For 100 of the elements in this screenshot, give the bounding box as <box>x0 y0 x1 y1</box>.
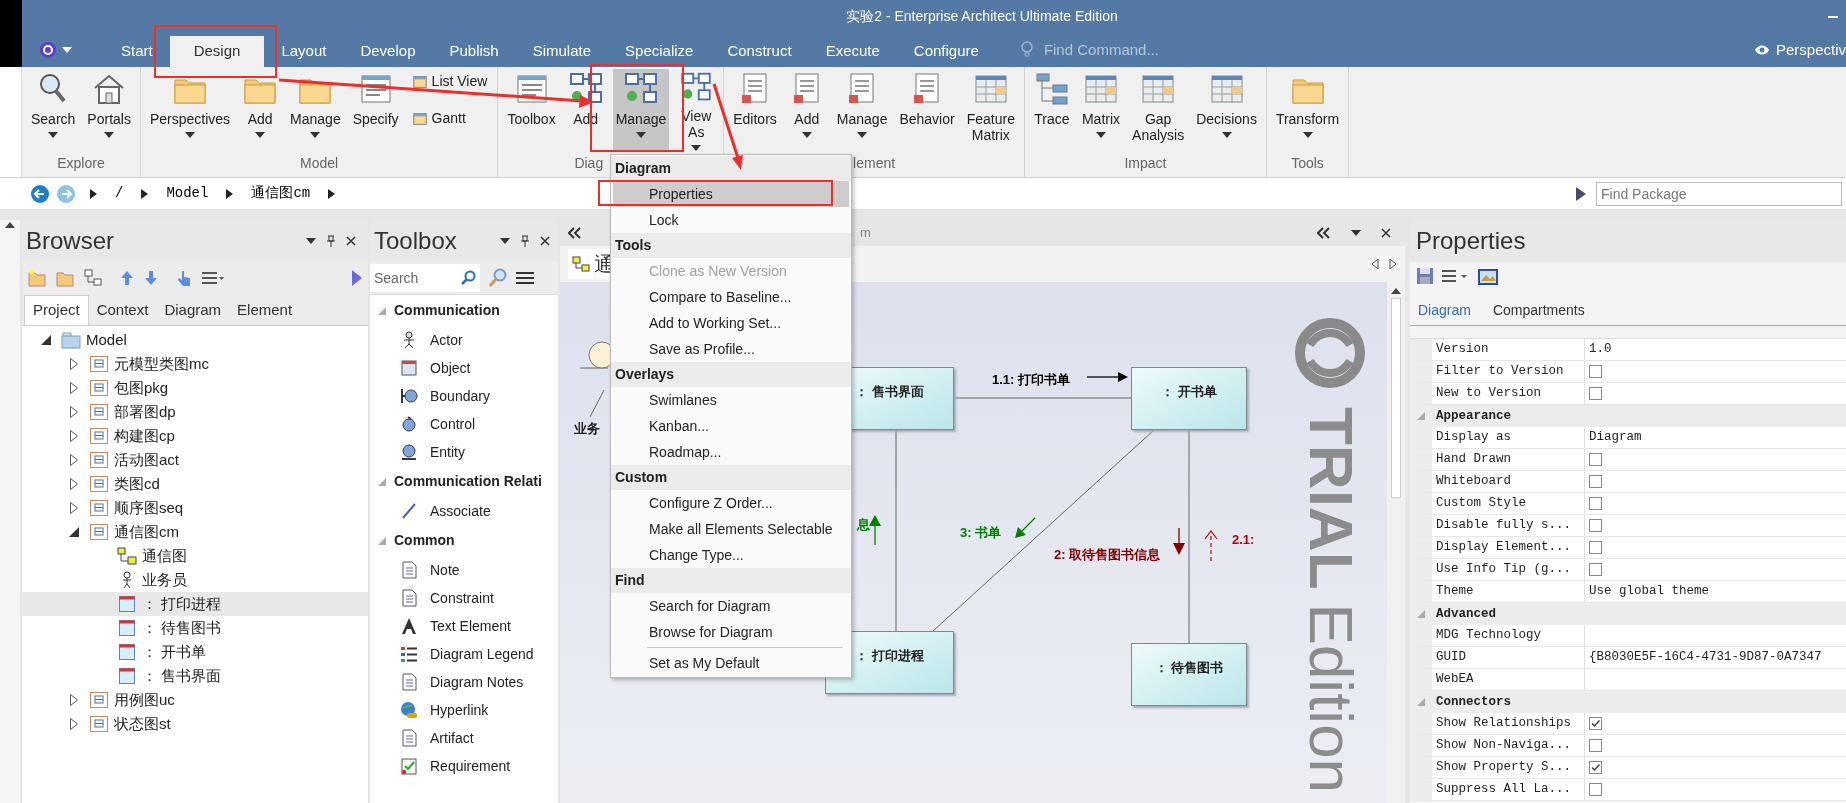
diagram-icon[interactable] <box>84 269 102 287</box>
tree-item[interactable]: 类图cd <box>22 472 368 496</box>
ribbon-tab[interactable]: Start <box>104 36 170 67</box>
tree-item[interactable]: 包图pkg <box>22 376 368 400</box>
scroll-up-icon[interactable] <box>1391 288 1401 294</box>
collapse-icon[interactable] <box>568 227 582 239</box>
checkbox[interactable] <box>1589 387 1602 400</box>
object-node[interactable]: ： 开书单 <box>1131 367 1247 430</box>
ribbon-button[interactable]: Perspectives <box>146 69 234 151</box>
panel-tab[interactable]: Diagram <box>156 295 230 325</box>
ribbon-button[interactable]: Manage <box>287 69 344 151</box>
hand-icon[interactable] <box>176 269 192 287</box>
property-value[interactable]: Use global theme <box>1589 582 1710 601</box>
toolbox-item[interactable]: Artifact <box>370 724 558 752</box>
toolbox-item[interactable]: Associate <box>370 497 558 525</box>
checkbox[interactable] <box>1589 497 1602 510</box>
checkbox[interactable] <box>1589 453 1602 466</box>
toolbox-item[interactable]: Actor <box>370 326 558 354</box>
ribbon-button[interactable]: Toolbox <box>504 69 559 151</box>
ribbon-button[interactable]: Matrix <box>1078 69 1124 151</box>
object-node[interactable]: ： 待售图书 <box>1131 643 1247 706</box>
checkbox[interactable] <box>1589 475 1602 488</box>
ribbon-tab[interactable]: Publish <box>432 36 516 67</box>
menu-item[interactable]: Roadmap... <box>613 439 849 465</box>
ribbon-button[interactable]: Add <box>239 69 282 151</box>
tree-item[interactable]: ： 待售图书 <box>22 616 368 640</box>
checkbox[interactable] <box>1589 717 1602 730</box>
search-field[interactable]: Search <box>370 264 458 292</box>
collapsed-icon[interactable] <box>70 382 78 394</box>
checkbox[interactable] <box>1589 761 1602 774</box>
ribbon-button[interactable]: Add <box>785 69 828 151</box>
panel-tab[interactable]: Diagram <box>1418 295 1471 325</box>
menu-icon[interactable] <box>1442 269 1470 283</box>
checkbox[interactable] <box>1589 783 1602 796</box>
ribbon-button[interactable]: Feature Matrix <box>963 69 1018 151</box>
collapsed-icon[interactable] <box>70 694 78 706</box>
expanded-icon[interactable] <box>41 335 51 345</box>
pin-icon[interactable] <box>520 235 530 247</box>
ribbon-button[interactable]: Gantt <box>407 108 492 129</box>
close-icon[interactable] <box>1381 228 1391 238</box>
panel-tab[interactable]: Context <box>88 295 157 325</box>
ribbon-button[interactable]: Transform <box>1272 69 1343 151</box>
menu-item[interactable]: Configure Z Order... <box>613 490 849 516</box>
ribbon-button[interactable]: Manage <box>612 69 670 151</box>
up-arrow-icon[interactable] <box>120 270 134 286</box>
search-icon[interactable] <box>458 264 480 292</box>
back-icon[interactable] <box>30 183 50 204</box>
toolbox-item[interactable]: Constraint <box>370 584 558 612</box>
ribbon-button[interactable]: Portals <box>84 69 134 151</box>
section-header[interactable]: Connectors <box>1432 692 1511 712</box>
checkbox[interactable] <box>1589 365 1602 378</box>
close-icon[interactable] <box>346 236 356 246</box>
menu-item[interactable]: Add to Working Set... <box>613 310 849 336</box>
scrollbar-thumb[interactable] <box>1391 298 1401 498</box>
ribbon-button[interactable]: Search <box>28 69 79 151</box>
ribbon-tab[interactable]: Design <box>169 36 265 67</box>
checkbox[interactable] <box>1589 541 1602 554</box>
property-value[interactable]: Diagram <box>1589 428 1642 447</box>
menu-item[interactable]: Compare to Baseline... <box>613 284 849 310</box>
tree-item[interactable]: 用例图uc <box>22 688 368 712</box>
section-header[interactable]: Advanced <box>1432 604 1496 624</box>
toolbox-item[interactable]: Control <box>370 410 558 438</box>
tree-item[interactable]: ： 开书单 <box>22 640 368 664</box>
toolbox-item[interactable]: Diagram Notes <box>370 668 558 696</box>
section-header[interactable]: Appearance <box>1432 406 1511 426</box>
ribbon-tab[interactable]: Layout <box>264 36 344 67</box>
ribbon-button[interactable]: Trace <box>1030 69 1073 151</box>
ribbon-tab[interactable]: Specialize <box>608 36 711 67</box>
property-value[interactable]: {B8030E5F-16C4-4731-9D87-0A7347 <box>1589 648 1822 667</box>
ribbon-tab[interactable]: Execute <box>808 36 897 67</box>
play-icon[interactable] <box>352 270 362 286</box>
tree-item[interactable]: Model <box>22 328 368 352</box>
tree-item[interactable]: 部署图dp <box>22 400 368 424</box>
checkbox[interactable] <box>1589 519 1602 532</box>
section-header[interactable]: Communication <box>394 300 500 321</box>
ribbon-button[interactable]: Editors <box>730 69 780 151</box>
find-command-field[interactable]: Find Command... <box>1043 38 1244 62</box>
menu-icon[interactable] <box>516 271 534 285</box>
menu-icon[interactable] <box>202 271 224 285</box>
breadcrumb-item[interactable]: Model <box>166 183 209 204</box>
toolbox-item[interactable]: Boundary <box>370 382 558 410</box>
ribbon-button[interactable]: Manage <box>833 69 891 151</box>
tree-item[interactable]: ： 打印进程 <box>22 592 368 616</box>
toolbox-item[interactable]: Note <box>370 556 558 584</box>
collapsed-icon[interactable] <box>70 718 78 730</box>
ribbon-button[interactable]: Behavior <box>896 69 958 151</box>
collapse-icon[interactable] <box>1317 227 1331 239</box>
checkbox[interactable] <box>1589 563 1602 576</box>
toolbox-item[interactable]: Diagram Legend <box>370 640 558 668</box>
expanded-icon[interactable] <box>69 527 79 537</box>
find-package-field[interactable]: Find Package <box>1596 181 1842 206</box>
breadcrumb-item[interactable]: / <box>115 183 124 204</box>
tree-item[interactable]: 业务员 <box>22 568 368 592</box>
scroll-up-icon[interactable] <box>5 222 15 228</box>
toolbox-item[interactable]: Entity <box>370 438 558 466</box>
section-header[interactable]: Common <box>394 530 455 551</box>
down-arrow-icon[interactable] <box>144 270 158 286</box>
collapsed-icon[interactable] <box>70 430 78 442</box>
tree-item[interactable]: 活动图act <box>22 448 368 472</box>
toolbox-item[interactable]: Requirement <box>370 752 558 780</box>
